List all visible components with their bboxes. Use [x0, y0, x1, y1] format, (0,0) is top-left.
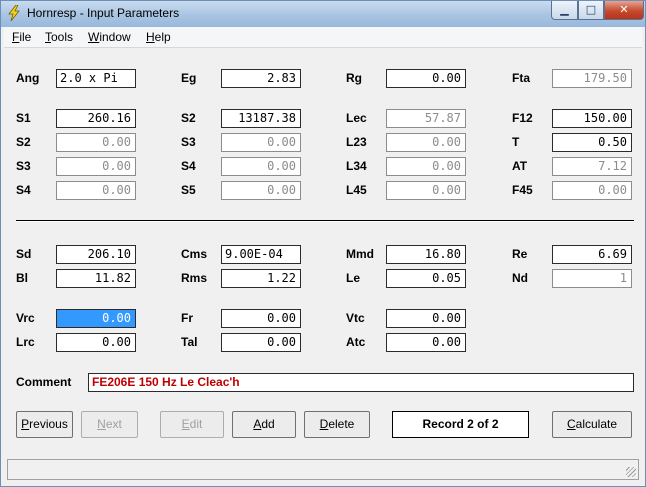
f12-field[interactable]: 150.00: [552, 109, 632, 128]
comment-label: Comment: [16, 375, 72, 389]
le-field[interactable]: 0.05: [386, 269, 466, 288]
s4-right-field[interactable]: 0.00: [221, 157, 301, 176]
delete-button[interactable]: Delete: [304, 411, 370, 438]
t-label: T: [512, 135, 520, 149]
calculate-button[interactable]: Calculate: [552, 411, 632, 438]
sd-label: Sd: [16, 247, 32, 261]
eg-field[interactable]: 2.83: [221, 69, 301, 88]
vtc-field[interactable]: 0.00: [386, 309, 466, 328]
s3-label: S3: [16, 159, 31, 173]
section-divider: [16, 220, 634, 222]
bl-label: Bl: [16, 271, 28, 285]
sd-field[interactable]: 206.10: [56, 245, 136, 264]
record-indicator: Record 2 of 2: [392, 411, 529, 438]
hornresp-window: Hornresp - Input Parameters ▁ □ ✕ File T…: [0, 0, 646, 487]
nd-field[interactable]: 1: [552, 269, 632, 288]
le-label: Le: [346, 271, 361, 285]
l23-field[interactable]: 0.00: [386, 133, 466, 152]
rg-field[interactable]: 0.00: [386, 69, 466, 88]
l45-label: L45: [346, 183, 367, 197]
tal-label: Tal: [181, 335, 198, 349]
fr-field[interactable]: 0.00: [221, 309, 301, 328]
fta-label: Fta: [512, 71, 530, 85]
rms-label: Rms: [181, 271, 208, 285]
fta-field[interactable]: 179.50: [552, 69, 632, 88]
previous-button[interactable]: Previous: [16, 411, 73, 438]
l34-label: L34: [346, 159, 367, 173]
s4-field[interactable]: 0.00: [56, 181, 136, 200]
rms-field[interactable]: 1.22: [221, 269, 301, 288]
menu-help[interactable]: Help: [146, 30, 171, 44]
rg-label: Rg: [346, 71, 362, 85]
bl-field[interactable]: 11.82: [56, 269, 136, 288]
menu-tools[interactable]: Tools: [45, 30, 73, 44]
mmd-field[interactable]: 16.80: [386, 245, 466, 264]
l34-field[interactable]: 0.00: [386, 157, 466, 176]
maximize-icon: □: [585, 3, 597, 16]
s3-right-label: S3: [181, 135, 196, 149]
s1-field[interactable]: 260.16: [56, 109, 136, 128]
s3-field[interactable]: 0.00: [56, 157, 136, 176]
l45-field[interactable]: 0.00: [386, 181, 466, 200]
minimize-button[interactable]: ▁: [551, 1, 578, 20]
close-button[interactable]: ✕: [604, 1, 644, 20]
maximize-button[interactable]: □: [578, 1, 604, 20]
re-field[interactable]: 6.69: [552, 245, 632, 264]
next-button[interactable]: Next: [81, 411, 138, 438]
vtc-label: Vtc: [346, 311, 365, 325]
s4-label: S4: [16, 183, 31, 197]
s5-field[interactable]: 0.00: [221, 181, 301, 200]
input-parameters-panel: Ang 2.0 x Pi Eg 2.83 Rg 0.00 Fta 179.50 …: [4, 49, 642, 455]
menu-window[interactable]: Window: [88, 30, 131, 44]
title-bar[interactable]: Hornresp - Input Parameters ▁ □ ✕: [1, 1, 645, 27]
f12-label: F12: [512, 111, 533, 125]
at-label: AT: [512, 159, 528, 173]
s2-field[interactable]: 0.00: [56, 133, 136, 152]
tal-field[interactable]: 0.00: [221, 333, 301, 352]
s2-right-field[interactable]: 13187.38: [221, 109, 301, 128]
lec-field[interactable]: 57.87: [386, 109, 466, 128]
cms-label: Cms: [181, 247, 208, 261]
resize-grip-icon[interactable]: [626, 467, 636, 477]
s1-label: S1: [16, 111, 31, 125]
eg-label: Eg: [181, 71, 197, 85]
close-icon: ✕: [619, 3, 629, 16]
menu-bar: File Tools Window Help: [4, 27, 642, 48]
add-button[interactable]: Add: [232, 411, 296, 438]
re-label: Re: [512, 247, 528, 261]
comment-field[interactable]: FE206E 150 Hz Le Cleac'h: [88, 373, 634, 392]
s3-right-field[interactable]: 0.00: [221, 133, 301, 152]
s4-right-label: S4: [181, 159, 196, 173]
lrc-field[interactable]: 0.00: [56, 333, 136, 352]
cms-field[interactable]: 9.00E-04: [221, 245, 301, 264]
lightning-app-icon: [8, 5, 20, 21]
mmd-label: Mmd: [346, 247, 374, 261]
s5-label: S5: [181, 183, 196, 197]
t-field[interactable]: 0.50: [552, 133, 632, 152]
lec-label: Lec: [346, 111, 367, 125]
lrc-label: Lrc: [16, 335, 35, 349]
minimize-icon: ▁: [560, 3, 569, 16]
s2-label: S2: [16, 135, 31, 149]
ang-field[interactable]: 2.0 x Pi: [56, 69, 136, 88]
atc-label: Atc: [346, 335, 366, 349]
status-bar: [7, 459, 639, 480]
f45-label: F45: [512, 183, 533, 197]
f45-field[interactable]: 0.00: [552, 181, 632, 200]
vrc-label: Vrc: [16, 311, 35, 325]
atc-field[interactable]: 0.00: [386, 333, 466, 352]
l23-label: L23: [346, 135, 367, 149]
vrc-field[interactable]: 0.00: [56, 309, 136, 328]
edit-button[interactable]: Edit: [160, 411, 224, 438]
menu-file[interactable]: File: [12, 30, 31, 44]
fr-label: Fr: [181, 311, 193, 325]
at-field[interactable]: 7.12: [552, 157, 632, 176]
s2-right-label: S2: [181, 111, 196, 125]
window-title: Hornresp - Input Parameters: [27, 6, 180, 20]
nd-label: Nd: [512, 271, 528, 285]
ang-label: Ang: [16, 71, 40, 85]
